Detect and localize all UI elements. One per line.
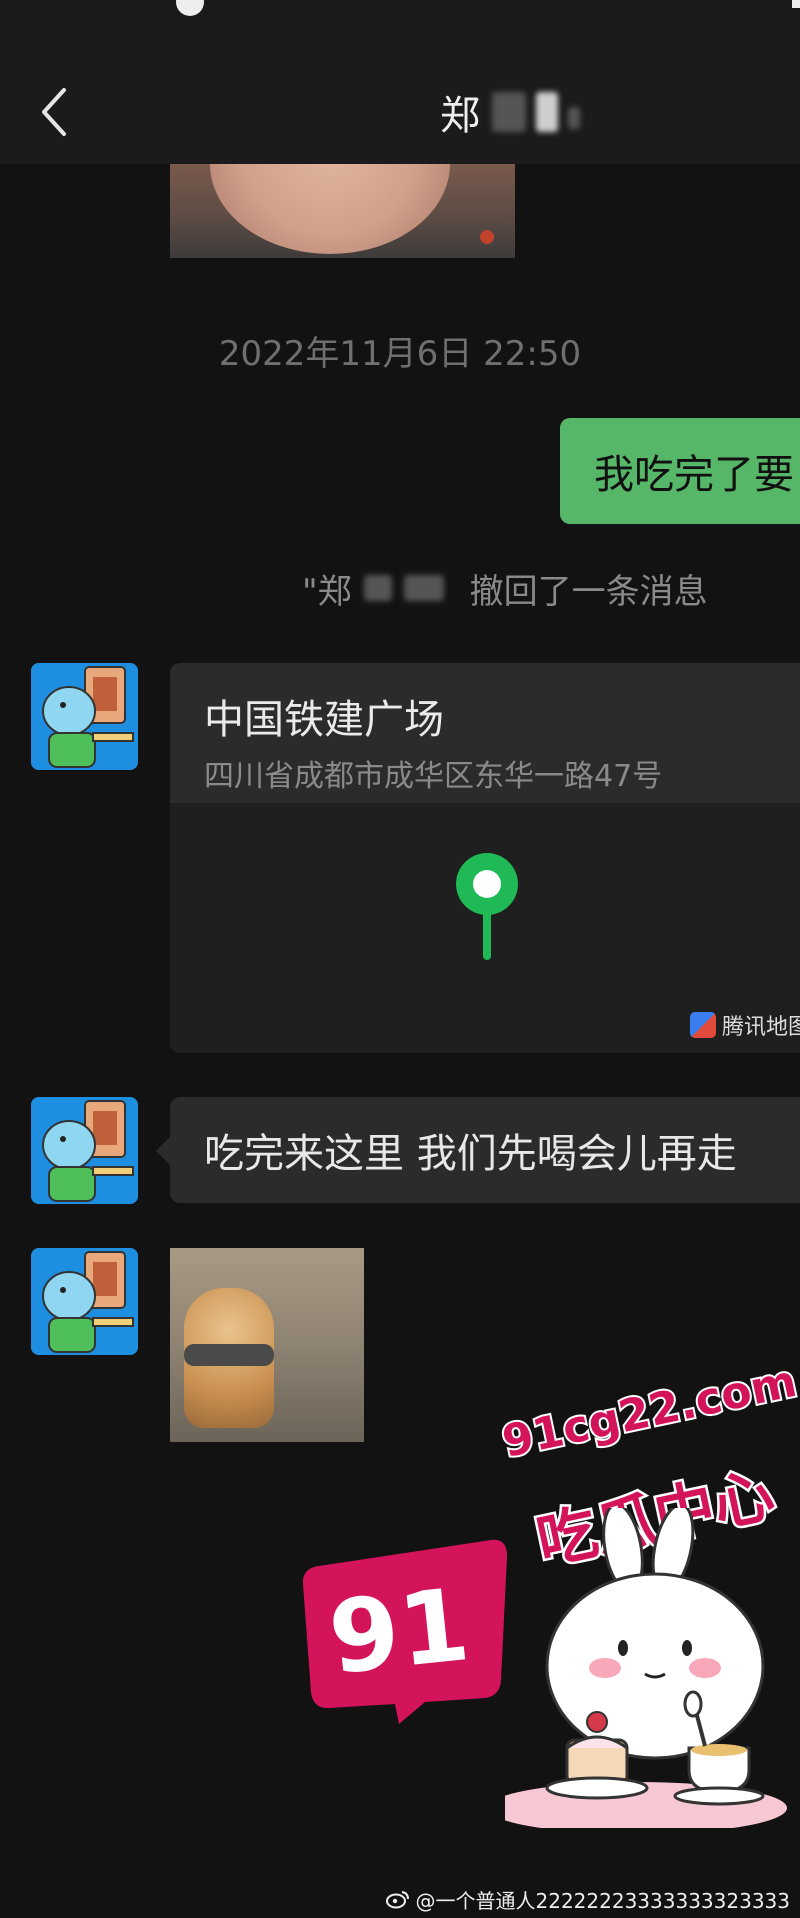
location-address: 四川省成都市成华区东华一路47号 <box>204 759 663 794</box>
recall-text: 撤回了一条消息 <box>469 571 708 612</box>
avatar[interactable] <box>31 1248 138 1355</box>
message-timestamp: 2022年11月6日 22:50 <box>218 334 582 374</box>
bunny-sticker-icon <box>505 1508 787 1828</box>
weibo-credit: @一个普通人22222223333333323333 <box>385 1884 791 1914</box>
photo-content <box>210 164 450 254</box>
chevron-left-icon[interactable] <box>36 82 76 142</box>
status-signal-icon <box>792 0 800 8</box>
status-bar <box>0 0 800 60</box>
sent-message-text: 我吃完了要 <box>594 452 794 498</box>
recall-notice: "郑 撤回了一条消息 <box>302 563 708 613</box>
map-pin-icon <box>456 853 518 960</box>
watermark-number: 91 <box>324 1566 475 1697</box>
redacted-name <box>492 92 526 132</box>
sticker-content <box>184 1344 274 1366</box>
sent-message-bubble[interactable]: 我吃完了要 <box>560 418 800 524</box>
weibo-icon <box>385 1891 409 1909</box>
chat-title-text: 郑 <box>440 93 482 139</box>
credit-text: @一个普通人22222223333333323333 <box>415 1888 791 1913</box>
avatar[interactable] <box>31 663 138 770</box>
sticker-message-dog[interactable] <box>170 1248 364 1442</box>
redacted-name <box>568 107 580 129</box>
bubble-tail <box>156 1137 170 1165</box>
tencent-map-icon <box>689 1012 716 1038</box>
recall-quote: "郑 <box>302 571 352 612</box>
received-message-text: 吃完来这里 我们先喝会儿再走 <box>204 1131 737 1177</box>
chat-title: 郑 <box>440 82 580 142</box>
received-message-bubble[interactable]: 吃完来这里 我们先喝会儿再走 <box>156 1097 800 1203</box>
watermark-91-badge: 91 <box>302 1539 507 1724</box>
redacted-name <box>536 92 558 132</box>
avatar[interactable] <box>31 1097 138 1204</box>
location-title: 中国铁建广场 <box>204 697 444 743</box>
map-brand-label: 腾讯地图 <box>721 1015 800 1040</box>
status-indicator-icon <box>176 0 204 16</box>
redacted-name <box>363 575 392 601</box>
image-message-photo[interactable] <box>170 164 515 258</box>
chat-header: 郑 <box>0 60 800 164</box>
redacted-name <box>403 575 444 601</box>
map-brand: 腾讯地图 <box>689 1007 800 1043</box>
photo-content <box>480 230 494 244</box>
